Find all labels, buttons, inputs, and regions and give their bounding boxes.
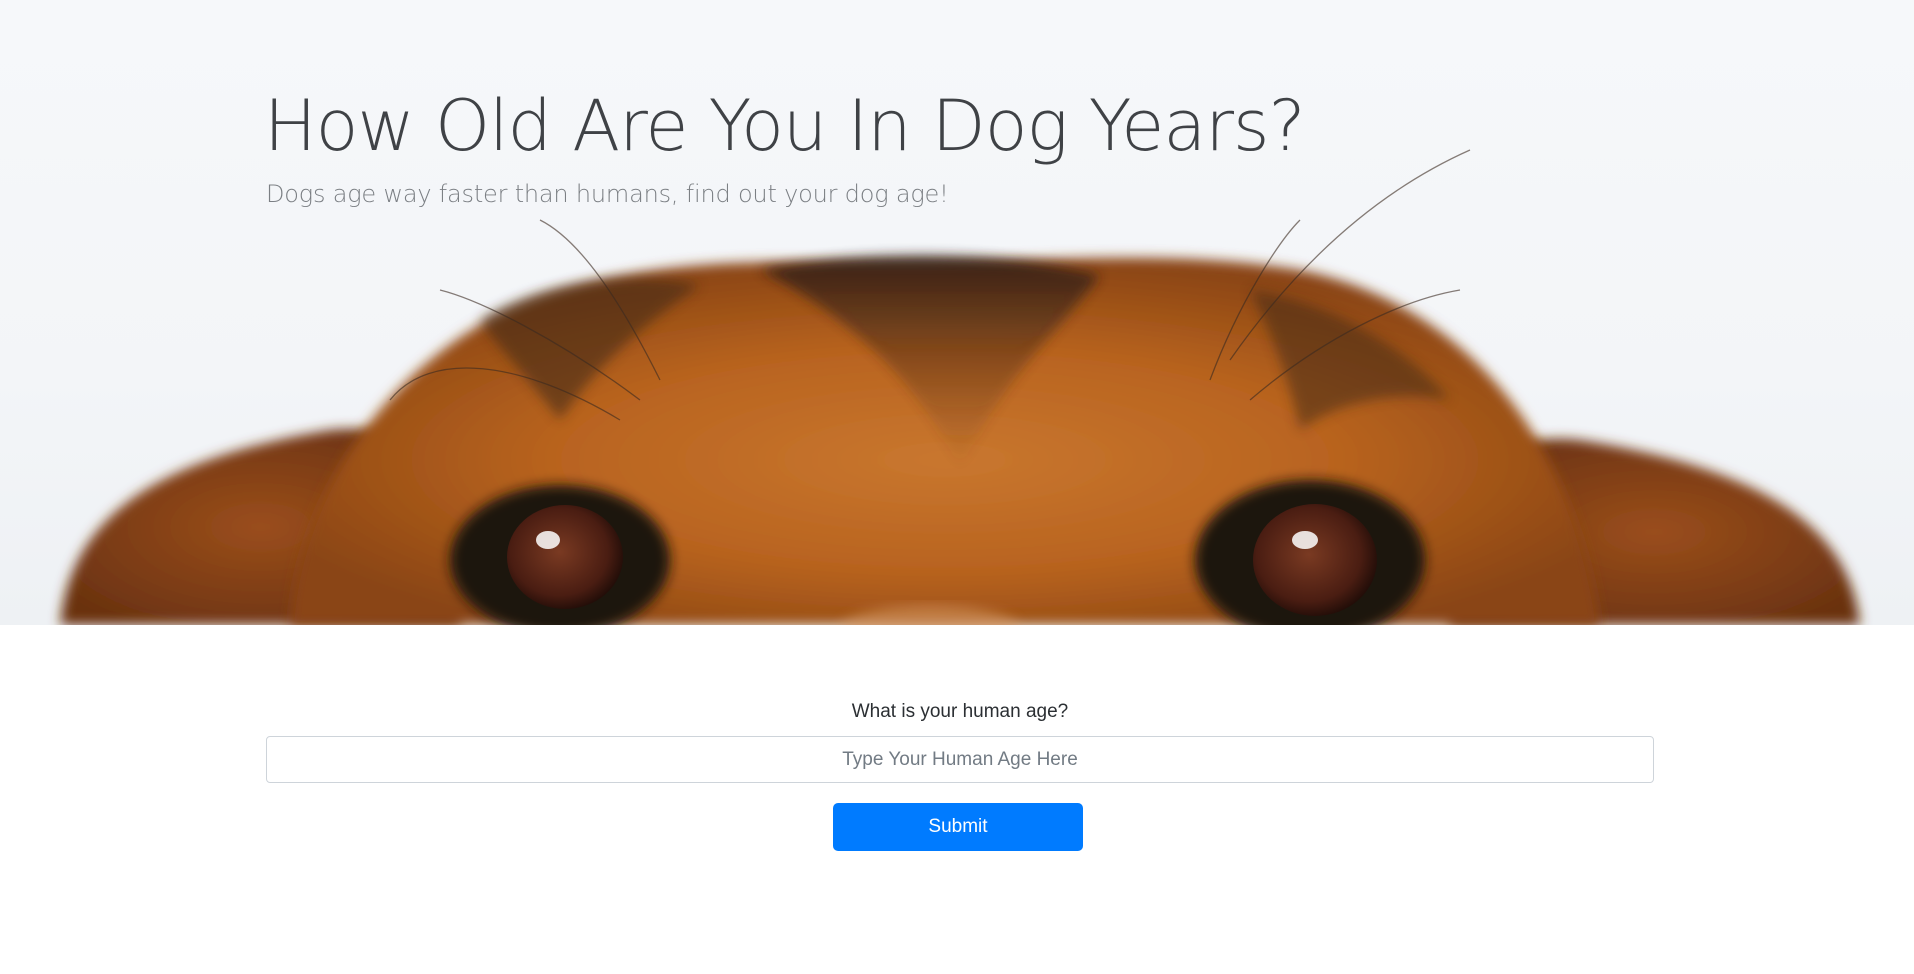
age-input[interactable] [266,736,1654,783]
hero-banner: How Old Are You In Dog Years? Dogs age w… [0,0,1914,625]
page-subtitle: Dogs age way faster than humans, find ou… [266,180,949,208]
page: How Old Are You In Dog Years? Dogs age w… [0,0,1914,974]
page-title: How Old Are You In Dog Years? [264,85,1306,167]
left-eye [507,505,623,609]
submit-button[interactable]: Submit [833,803,1083,851]
age-label: What is your human age? [851,701,1069,722]
right-eye [1253,504,1377,616]
age-form: What is your human age? Submit [266,700,1654,851]
